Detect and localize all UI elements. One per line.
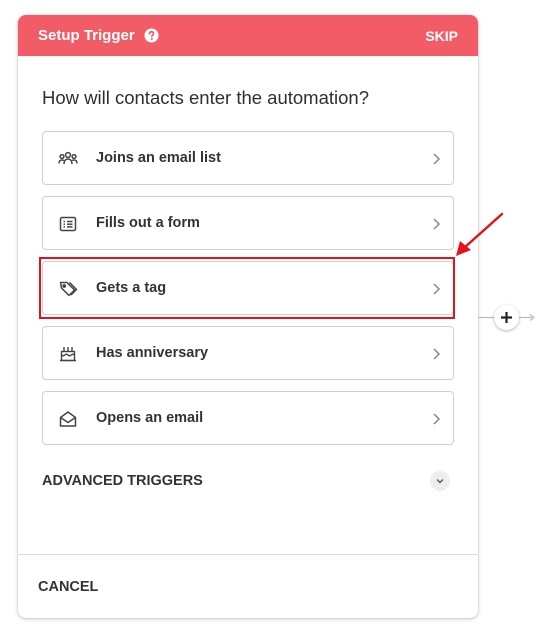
option-label: Joins an email list [96, 150, 221, 166]
option-label: Has anniversary [96, 345, 209, 361]
chevron-right-icon [431, 217, 441, 231]
plus-icon[interactable] [494, 305, 519, 330]
trigger-question: How will contacts enter the automation? [42, 87, 370, 108]
chevron-right-icon [431, 152, 441, 166]
cake-icon [58, 344, 78, 364]
option-label: Fills out a form [96, 215, 200, 231]
option-gets-a-tag[interactable]: Gets a tag [42, 261, 454, 315]
chevron-down-icon[interactable] [430, 471, 450, 491]
option-label: Gets a tag [96, 280, 167, 296]
question-circle-icon[interactable] [144, 28, 159, 43]
cancel-button[interactable]: CANCEL [38, 579, 98, 595]
advanced-triggers-toggle[interactable]: ADVANCED TRIGGERS [42, 471, 454, 491]
setup-trigger-modal: Setup Trigger SKIP How will contacts ent… [18, 15, 478, 618]
chevron-right-icon [431, 282, 441, 296]
option-label: Opens an email [96, 410, 204, 426]
option-joins-email-list[interactable]: Joins an email list [42, 131, 454, 185]
advanced-triggers-label: ADVANCED TRIGGERS [42, 473, 203, 489]
group-icon [58, 149, 78, 169]
option-has-anniversary[interactable]: Has anniversary [42, 326, 454, 380]
annotation-arrow-icon [456, 212, 504, 256]
modal-title: Setup Trigger [38, 27, 135, 44]
open-envelope-icon [58, 409, 78, 429]
skip-button[interactable]: SKIP [425, 28, 458, 44]
modal-header: Setup Trigger SKIP [18, 15, 478, 56]
option-fills-out-form[interactable]: Fills out a form [42, 196, 454, 250]
tag-icon [58, 279, 78, 299]
form-list-icon [58, 214, 78, 234]
modal-footer: CANCEL [18, 554, 478, 618]
option-opens-an-email[interactable]: Opens an email [42, 391, 454, 445]
chevron-right-icon [431, 347, 441, 361]
chevron-right-icon [431, 412, 441, 426]
